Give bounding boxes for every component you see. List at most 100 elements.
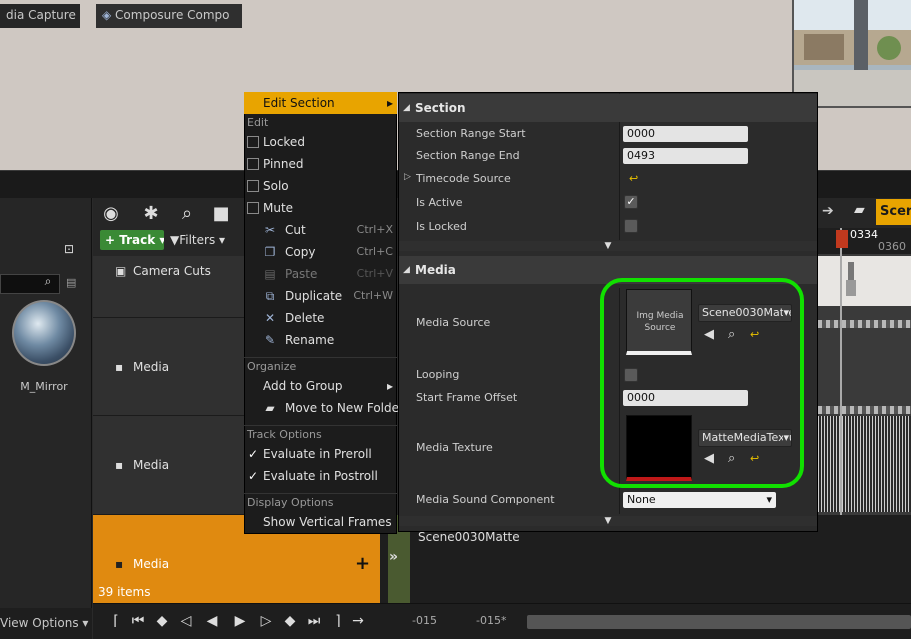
menu-item-label: Show Vertical Frames <box>263 515 392 529</box>
jump-to-end-icon[interactable]: ⏭ <box>304 610 324 632</box>
media-track-icon: ▪ <box>115 458 124 472</box>
media-section-waveform <box>818 416 911 512</box>
menu-item-label: Mute <box>263 201 294 215</box>
ruler-tick-label: 0360 <box>878 240 906 253</box>
menu-item-move-to-new-folder[interactable]: ▰ Move to New Folder <box>244 397 404 419</box>
items-count: 39 items <box>98 585 151 599</box>
menu-item-label: Pinned <box>263 157 304 171</box>
next-key-icon[interactable]: ◆ <box>280 610 300 632</box>
loop-icon[interactable]: → <box>348 610 368 632</box>
search-icon[interactable]: ⌕ <box>36 274 60 294</box>
sequence-breadcrumb[interactable]: Scer <box>876 199 911 225</box>
track-row-camera-cuts[interactable]: ▣ Camera Cuts <box>93 256 245 318</box>
menu-section-header: Edit <box>247 116 269 129</box>
reset-arrow-icon[interactable]: ↩ <box>629 172 638 185</box>
world-icon[interactable]: ◉ <box>98 202 124 226</box>
view-range-start[interactable]: -015 <box>412 614 437 627</box>
menu-item-rename[interactable]: ✎ Rename <box>244 329 397 351</box>
prop-label: Is Active <box>416 196 463 209</box>
menu-item-locked[interactable]: Locked <box>244 131 397 153</box>
menu-item-copy[interactable]: ❐ Copy Ctrl+C <box>244 241 397 263</box>
checkbox[interactable] <box>247 158 259 170</box>
triangle-down-icon: ◢ <box>403 265 410 275</box>
shortcut: Ctrl+C <box>356 245 393 258</box>
menu-item-paste[interactable]: ▤ Paste Ctrl+V <box>244 263 397 285</box>
filters-button-label: Filters <box>179 233 216 247</box>
menu-item-show-vertical-frames[interactable]: Show Vertical Frames <box>244 511 397 533</box>
camera-cuts-icon: ▣ <box>115 264 127 278</box>
is-active-checkbox[interactable]: ✓ <box>624 195 638 209</box>
time-ruler[interactable]: 0334 0360 <box>818 228 911 254</box>
category-section[interactable]: ◢ Section <box>399 94 817 122</box>
playhead-marker[interactable] <box>836 230 848 248</box>
view-range-end[interactable]: -015* <box>476 614 506 627</box>
media-sound-component-select[interactable]: None ▾ <box>623 492 776 508</box>
media-section-film-strip <box>818 406 911 414</box>
delete-icon: ✕ <box>264 311 276 325</box>
save-icon[interactable]: ▤ <box>66 276 76 289</box>
menu-section-header: Track Options <box>244 425 397 443</box>
track-row-media[interactable]: ▪ Media <box>93 416 245 515</box>
menu-item-mute[interactable]: Mute <box>244 197 397 219</box>
checkmark-icon: ✓ <box>248 469 259 483</box>
expand-arrow[interactable]: ▼ <box>399 241 817 251</box>
step-back-icon[interactable]: ◁ <box>176 610 196 632</box>
prop-label: Is Locked <box>416 220 467 233</box>
content-panel <box>0 198 92 608</box>
search-icon[interactable]: ⌕ <box>174 202 200 226</box>
checkbox[interactable] <box>247 136 259 148</box>
section-range-end-field[interactable]: 0493 <box>623 148 748 164</box>
camera-icon[interactable]: ■ <box>208 202 234 226</box>
arrow-right-icon[interactable]: ➔ <box>822 203 834 219</box>
camera-cuts-thumbnail-strip <box>818 256 911 306</box>
step-forward-icon[interactable]: ▷ <box>256 610 276 632</box>
track-row-media[interactable]: ▪ Media <box>93 318 245 416</box>
plus-icon: + <box>105 233 120 247</box>
checkbox[interactable] <box>247 180 259 192</box>
menu-item-evaluate-preroll[interactable]: ✓ Evaluate in Preroll <box>244 443 397 465</box>
mark-out-icon[interactable]: ⌉ <box>328 610 348 632</box>
duplicate-icon: ⧉ <box>265 289 275 303</box>
chevron-right-icon: ▸ <box>386 379 393 393</box>
triangle-right-icon[interactable]: ▷ <box>404 172 411 182</box>
material-thumbnail[interactable] <box>12 300 76 366</box>
folder-icon[interactable]: ▰ <box>854 202 865 218</box>
prop-label: Looping <box>416 368 460 381</box>
menu-item-pinned[interactable]: Pinned <box>244 153 397 175</box>
current-frame-label: 0334 <box>850 228 878 241</box>
prev-key-icon[interactable]: ◆ <box>152 610 172 632</box>
menu-item-cut[interactable]: ✂ Cut Ctrl+X <box>244 219 397 241</box>
expand-arrow[interactable]: ▼ <box>399 516 817 526</box>
filters-button[interactable]: ▼Filters ▾ <box>170 230 232 250</box>
add-section-icon[interactable]: + <box>355 553 370 574</box>
media-track-icon: ▪ <box>115 360 124 374</box>
section-range-start-field[interactable]: 0000 <box>623 126 748 142</box>
lock-icon[interactable]: ⊡ <box>64 242 80 258</box>
menu-item-label: Locked <box>263 135 305 149</box>
menu-item-label: Evaluate in Postroll <box>263 469 378 483</box>
menu-item-label: Evaluate in Preroll <box>263 447 372 461</box>
menu-section-header: Display Options <box>244 493 397 511</box>
timeline-scrollbar[interactable] <box>527 615 911 629</box>
prop-label: Timecode Source <box>416 172 511 185</box>
tab-media-capture[interactable]: dia Capture <box>0 4 80 28</box>
play-icon[interactable]: ▶ <box>230 610 250 632</box>
menu-item-duplicate[interactable]: ⧉ Duplicate Ctrl+W <box>244 285 397 307</box>
add-track-button[interactable]: + Track ▾ <box>100 230 164 250</box>
view-options-button[interactable]: View Options ▾ <box>0 608 92 639</box>
menu-item-solo[interactable]: Solo <box>244 175 397 197</box>
category-label: Section <box>415 101 466 115</box>
menu-item-delete[interactable]: ✕ Delete <box>244 307 397 329</box>
is-locked-checkbox[interactable] <box>624 219 638 233</box>
menu-item-evaluate-postroll[interactable]: ✓ Evaluate in Postroll <box>244 465 397 487</box>
jump-to-start-icon[interactable]: ⏮ <box>128 610 148 632</box>
menu-item-add-to-group[interactable]: Add to Group ▸ <box>244 375 397 397</box>
shortcut: Ctrl+W <box>353 289 393 302</box>
checkbox[interactable] <box>247 202 259 214</box>
keyframe-icon[interactable]: ✱ <box>138 202 164 226</box>
filter-icon: ▼ <box>170 233 180 247</box>
play-reverse-icon[interactable]: ◀ <box>202 610 222 632</box>
mark-in-icon[interactable]: ⌈ <box>106 610 126 632</box>
tab-composure[interactable]: ◈ Composure Compo <box>96 4 242 28</box>
menu-item-edit-section[interactable]: Edit Section ▸ <box>244 92 397 114</box>
